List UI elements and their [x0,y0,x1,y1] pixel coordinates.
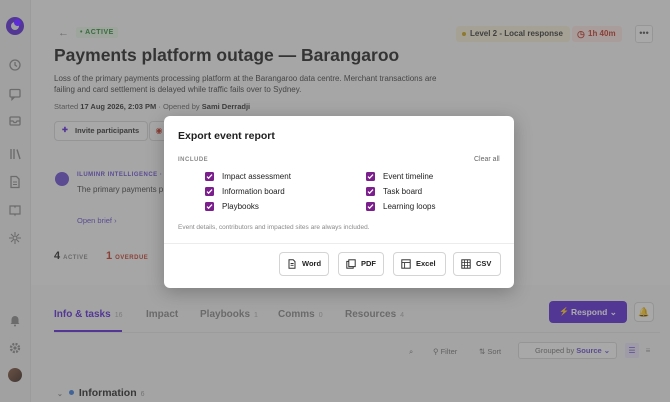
export-csv-button[interactable]: CSV [453,252,501,276]
spreadsheet-icon [401,259,411,269]
export-excel-button[interactable]: Excel [393,252,446,276]
checkbox-checked[interactable] [366,172,375,181]
checkbox-checked[interactable] [366,187,375,196]
checkbox-checked[interactable] [205,172,214,181]
option-label: Task board [383,187,423,196]
pdf-icon [346,259,356,269]
clear-all-link[interactable]: Clear all [474,156,500,163]
include-label: INCLUDE [178,157,209,163]
export-word-button[interactable]: Word [279,252,329,276]
option-label: Event timeline [383,172,434,181]
option-label: Learning loops [383,202,436,211]
option-label: Impact assessment [222,172,291,181]
modal-title: Export event report [178,130,275,142]
export-event-report-dialog: Export event report INCLUDE Clear all Im… [164,116,514,288]
button-label: CSV [476,259,492,268]
option-label: Information board [222,187,285,196]
export-pdf-button[interactable]: PDF [338,252,384,276]
checkbox-checked[interactable] [366,202,375,211]
checkbox-checked[interactable] [205,202,214,211]
table-grid-icon [461,259,471,269]
button-label: Word [302,259,322,268]
export-note: Event details, contributors and impacted… [178,224,370,231]
option-label: Playbooks [222,202,259,211]
modal-divider [164,243,514,244]
button-label: PDF [361,259,376,268]
button-label: Excel [416,259,436,268]
word-document-icon [287,259,297,269]
checkbox-checked[interactable] [205,187,214,196]
